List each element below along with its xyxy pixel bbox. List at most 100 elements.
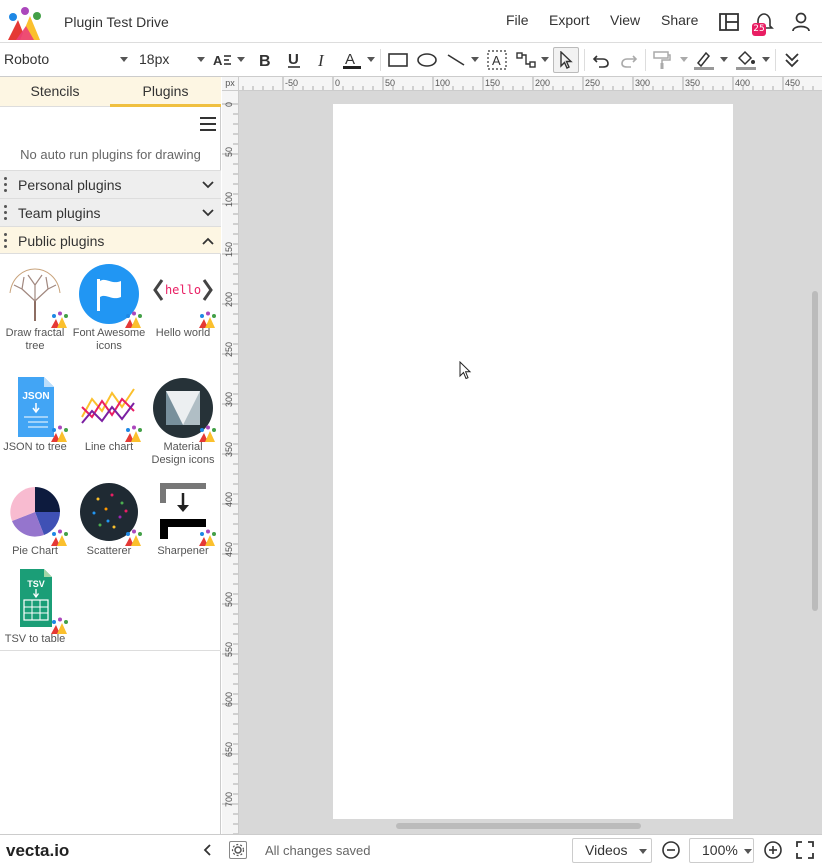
svg-text:TSV: TSV (27, 579, 45, 589)
layout-panel-icon[interactable] (718, 11, 740, 33)
brand-name[interactable]: vecta.io (6, 841, 69, 861)
hamburger-menu-icon[interactable] (200, 117, 216, 131)
settings-gear-icon[interactable] (229, 841, 247, 859)
section-public-plugins[interactable]: Public plugins (0, 226, 221, 254)
caret-down-icon[interactable] (237, 57, 245, 62)
ruler-tick-label: 150 (224, 242, 234, 257)
tab-plugins[interactable]: Plugins (110, 77, 221, 107)
ruler-tick-label: 350 (685, 78, 700, 88)
menu-file[interactable]: File (506, 12, 529, 28)
plugin-line-chart[interactable]: Line chart (72, 377, 146, 454)
drag-handle-icon[interactable] (4, 233, 7, 249)
vecta-badge-icon (199, 425, 216, 442)
section-label: Team plugins (18, 205, 101, 221)
drawing-page[interactable] (333, 104, 733, 819)
plugin-name: Draw fractal tree (5, 327, 65, 352)
ruler-tick-label: 150 (485, 78, 500, 88)
chevron-left-icon[interactable] (202, 844, 212, 856)
plugin-draw-fractal-tree[interactable]: Draw fractal tree (0, 263, 72, 353)
horizontal-scrollbar[interactable] (396, 823, 641, 829)
vertical-ruler: 0 50 100 150 200 250 300 350 400 450 500 550 600 650 7… (222, 91, 239, 834)
drag-handle-icon[interactable] (4, 177, 7, 193)
connector-icon[interactable] (515, 49, 537, 71)
chevron-down-icon[interactable] (202, 208, 214, 218)
zoom-select[interactable]: 100% (689, 838, 754, 863)
caret-down-icon[interactable] (367, 57, 375, 62)
caret-down-icon[interactable] (541, 57, 549, 62)
italic-icon[interactable]: I (312, 49, 334, 71)
videos-label: Videos (585, 842, 628, 858)
ruler-tick-label: 100 (435, 78, 450, 88)
plugin-sharpener[interactable]: Sharpener (146, 481, 220, 558)
chevron-up-icon[interactable] (202, 236, 214, 246)
section-label: Personal plugins (18, 177, 122, 193)
drawing-canvas[interactable] (239, 91, 822, 834)
redo-icon[interactable] (618, 49, 640, 71)
more-icon[interactable] (781, 49, 803, 71)
plugin-pie-chart[interactable]: Pie Chart (0, 481, 72, 558)
user-icon[interactable] (790, 11, 812, 33)
vertical-scrollbar[interactable] (812, 291, 818, 611)
zoom-out-icon[interactable] (661, 840, 681, 860)
drag-handle-icon[interactable] (4, 205, 7, 221)
ruler-tick-label: 350 (224, 442, 234, 457)
ruler-tick-label: 600 (224, 692, 234, 707)
plugin-tsv-to-table[interactable]: TSV TSV to table (0, 569, 72, 646)
plugin-name: Material Design icons (151, 441, 215, 466)
document-title[interactable]: Plugin Test Drive (64, 14, 169, 30)
zoom-in-icon[interactable] (763, 840, 783, 860)
line-icon[interactable] (445, 49, 467, 71)
plugin-material-design-icons[interactable]: Material Design icons (146, 377, 220, 467)
plugin-json-to-tree[interactable]: JSON JSON to tree (0, 377, 72, 454)
section-personal-plugins[interactable]: Personal plugins (0, 170, 221, 198)
plugin-font-awesome-icons[interactable]: Font Awesome icons (72, 263, 146, 353)
caret-down-icon[interactable] (720, 57, 728, 62)
panel-tabs: Stencils Plugins (0, 77, 221, 107)
caret-down-icon[interactable] (197, 57, 205, 62)
pointer-icon[interactable] (553, 47, 579, 73)
ellipse-icon[interactable] (416, 49, 438, 71)
ruler-tick-label: 400 (735, 78, 750, 88)
chevron-down-icon[interactable] (202, 180, 214, 190)
section-team-plugins[interactable]: Team plugins (0, 198, 221, 226)
vecta-badge-icon (125, 311, 142, 328)
text-align-icon[interactable]: A (212, 49, 234, 71)
section-label: Public plugins (18, 233, 105, 249)
ruler-tick-label: -50 (285, 78, 298, 88)
svg-text:U: U (288, 51, 299, 68)
undo-icon[interactable] (590, 49, 612, 71)
menu-export[interactable]: Export (549, 12, 589, 28)
ruler-tick-label: 200 (535, 78, 550, 88)
fullscreen-icon[interactable] (795, 840, 815, 860)
plugin-scatterer[interactable]: Scatterer (72, 481, 146, 558)
ruler-unit: px (222, 77, 239, 91)
fill-color-icon[interactable] (735, 49, 757, 71)
bold-icon[interactable]: B (254, 49, 276, 71)
format-painter-icon[interactable] (651, 49, 673, 71)
vecta-badge-icon (51, 617, 68, 634)
ruler-tick-label: 250 (224, 342, 234, 357)
tab-stencils[interactable]: Stencils (0, 77, 110, 107)
caret-down-icon[interactable] (471, 57, 479, 62)
font-family-select[interactable]: Roboto (4, 51, 49, 67)
vecta-badge-icon (51, 529, 68, 546)
vecta-badge-icon (125, 529, 142, 546)
rectangle-icon[interactable] (387, 49, 409, 71)
caret-down-icon[interactable] (762, 57, 770, 62)
ruler-tick-label: 100 (224, 192, 234, 207)
underline-icon[interactable]: U (283, 49, 305, 71)
text-color-icon[interactable]: A (341, 49, 363, 71)
font-size-select[interactable]: 18px (139, 51, 169, 67)
caret-down-icon[interactable] (680, 57, 688, 62)
menu-share[interactable]: Share (661, 12, 698, 28)
videos-select[interactable]: Videos (572, 838, 652, 863)
textbox-icon[interactable]: A (486, 49, 508, 71)
svg-text:A: A (213, 53, 223, 68)
caret-down-icon[interactable] (120, 57, 128, 62)
ruler-tick-label: 50 (224, 147, 234, 157)
stroke-color-icon[interactable] (693, 49, 715, 71)
svg-text:JSON: JSON (22, 391, 49, 402)
plugin-hello-world[interactable]: hello Hello world (146, 263, 220, 340)
menu-view[interactable]: View (610, 12, 640, 28)
plugin-name: Font Awesome icons (72, 327, 146, 352)
